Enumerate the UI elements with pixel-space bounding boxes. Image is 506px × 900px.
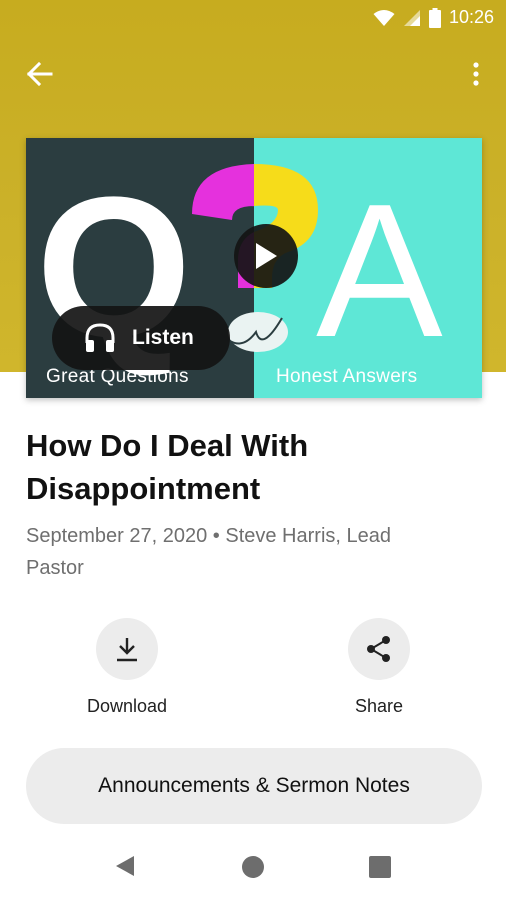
sermon-title: How Do I Deal With Disappointment xyxy=(26,428,309,506)
announcements-sermon-notes-button[interactable]: Announcements & Sermon Notes xyxy=(26,748,482,824)
dots-vertical-icon xyxy=(473,62,479,86)
download-icon xyxy=(117,638,137,662)
notes-button-label: Announcements & Sermon Notes xyxy=(98,774,410,797)
nav-back-icon[interactable] xyxy=(114,854,136,878)
sermon-artwork: Q Great Questions A Honest Answers Liste… xyxy=(26,138,482,398)
status-icons: 10:26 xyxy=(373,7,494,28)
play-button[interactable] xyxy=(234,224,298,288)
listen-button[interactable]: Listen xyxy=(52,306,230,370)
headphones-icon xyxy=(85,323,115,352)
nav-home-icon[interactable] xyxy=(242,856,264,878)
back-button[interactable] xyxy=(24,58,56,90)
status-time: 10:26 xyxy=(448,7,494,27)
share-label: Share xyxy=(354,696,404,716)
share-circle[interactable] xyxy=(348,618,410,680)
system-navigation-bar xyxy=(0,836,506,900)
play-icon xyxy=(256,243,277,269)
arrow-left-icon xyxy=(27,62,53,86)
status-bar: 10:26 xyxy=(0,0,506,38)
download-circle[interactable] xyxy=(96,618,158,680)
listen-label: Listen xyxy=(132,326,194,349)
battery-icon xyxy=(428,7,441,28)
share-icon xyxy=(367,636,390,662)
signal-icon xyxy=(403,9,420,26)
more-options-button[interactable] xyxy=(464,58,488,90)
share-button[interactable]: Share xyxy=(334,618,424,717)
wifi-icon xyxy=(373,9,395,26)
nav-recents-icon[interactable] xyxy=(369,856,391,878)
sermon-meta: September 27, 2020 • Steve Harris, Lead … xyxy=(26,525,391,579)
download-label: Download xyxy=(86,696,168,716)
download-button[interactable]: Download xyxy=(82,618,172,717)
